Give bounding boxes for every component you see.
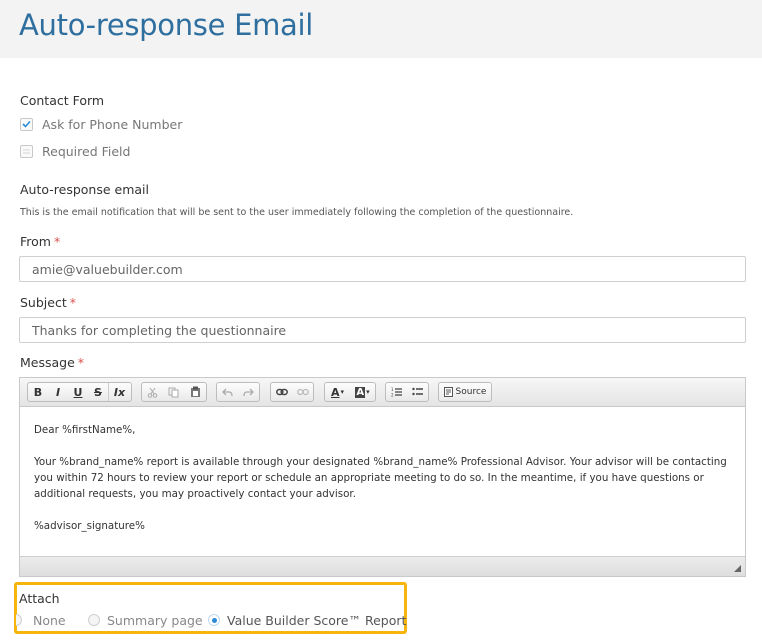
undo-group <box>216 382 260 402</box>
contact-form-title: Contact Form <box>20 93 105 108</box>
message-editor[interactable]: B I U S Ix A ▾ A ▾ 1 2 Source Dear %firs… <box>19 377 746 577</box>
required-field-label: Required Field <box>42 143 131 159</box>
link-group <box>270 382 314 402</box>
svg-text:2: 2 <box>391 393 394 398</box>
required-marker: * <box>77 355 85 370</box>
radio-unselected-icon[interactable] <box>16 614 22 626</box>
radio-selected-icon[interactable] <box>208 614 220 626</box>
required-marker: * <box>69 295 76 310</box>
auto-response-hint: This is the email notification that will… <box>20 207 574 218</box>
undo-icon[interactable] <box>217 383 238 401</box>
required-field-option[interactable]: Required Field <box>20 143 130 159</box>
source-icon <box>443 387 453 397</box>
basic-styles-group: B I U S Ix <box>27 382 132 402</box>
list-group: 12 <box>385 382 429 402</box>
attach-score-report-option[interactable]: Value Builder Score™ Report <box>208 612 406 628</box>
redo-icon[interactable] <box>238 383 259 401</box>
link-icon[interactable] <box>271 383 292 401</box>
checkbox-checked-icon[interactable] <box>20 117 33 131</box>
source-group: Source <box>438 382 492 402</box>
resize-handle-icon[interactable] <box>734 565 741 572</box>
clipboard-group <box>141 382 207 402</box>
bold-button[interactable]: B <box>28 383 48 401</box>
color-group: A ▾ A ▾ <box>324 382 376 402</box>
editor-statusbar <box>20 556 745 576</box>
email-signature: %advisor_signature% <box>34 520 145 532</box>
unlink-icon[interactable] <box>292 383 313 401</box>
attach-title: Attach <box>19 591 60 606</box>
email-greeting: Dear %firstName%, <box>34 424 136 436</box>
page-header: Auto-response Email <box>0 0 762 58</box>
checkbox-unchecked-icon[interactable] <box>20 144 33 158</box>
ask-phone-option[interactable]: Ask for Phone Number <box>20 116 182 132</box>
bulleted-list-icon[interactable] <box>407 383 428 401</box>
message-label: Message * <box>20 355 85 370</box>
page-title: Auto-response Email <box>19 8 314 42</box>
cut-icon[interactable] <box>142 383 163 401</box>
subject-label: Subject * <box>20 295 76 310</box>
auto-response-title: Auto-response email <box>20 182 149 197</box>
from-label: From * <box>20 234 61 249</box>
text-color-button[interactable]: A ▾ <box>325 383 350 401</box>
paste-icon[interactable] <box>185 383 206 401</box>
ask-phone-label: Ask for Phone Number <box>42 116 183 132</box>
underline-button[interactable]: U <box>68 383 88 401</box>
svg-text:1: 1 <box>391 387 394 392</box>
editor-toolbar: B I U S Ix A ▾ A ▾ 1 2 Source <box>20 378 745 407</box>
copy-icon[interactable] <box>163 383 184 401</box>
editor-content[interactable]: Dear %firstName%, Your %brand_name% repo… <box>20 408 745 556</box>
remove-format-button[interactable]: Ix <box>108 383 130 401</box>
email-paragraph: Your %brand_name% report is available th… <box>34 456 727 500</box>
dropdown-arrow-icon: ▾ <box>366 388 370 396</box>
numbered-list-icon[interactable]: 12 <box>386 383 407 401</box>
from-field[interactable]: amie@valuebuilder.com <box>19 256 746 282</box>
dropdown-arrow-icon: ▾ <box>340 388 345 396</box>
required-marker: * <box>53 234 61 249</box>
subject-field[interactable]: Thanks for completing the questionnaire <box>19 317 746 343</box>
background-color-button[interactable]: A ▾ <box>350 383 375 401</box>
radio-unselected-icon[interactable] <box>88 614 100 626</box>
attach-summary-option[interactable]: Summary page <box>88 612 203 628</box>
italic-button[interactable]: I <box>48 383 68 401</box>
source-button[interactable]: Source <box>439 383 491 401</box>
attach-none-option[interactable]: None <box>16 612 66 628</box>
strikethrough-button[interactable]: S <box>88 383 108 401</box>
